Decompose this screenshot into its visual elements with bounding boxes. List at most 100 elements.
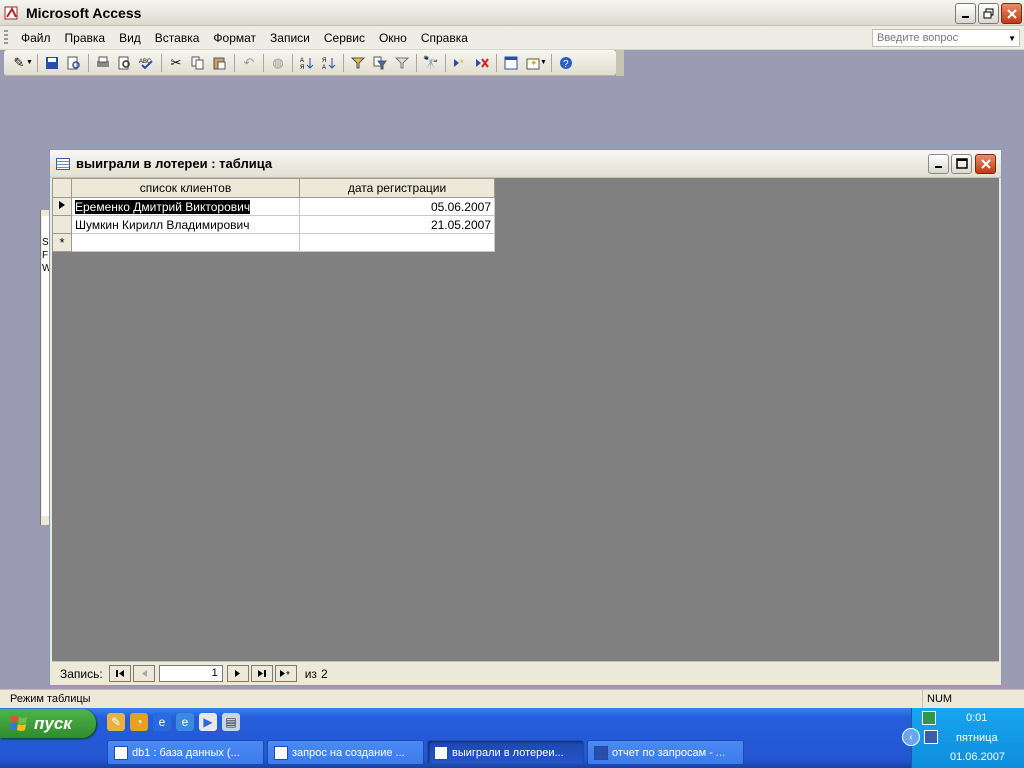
minimize-button[interactable] bbox=[955, 3, 976, 24]
svg-text:*: * bbox=[460, 58, 464, 68]
task-query[interactable]: запрос на создание ... bbox=[267, 740, 424, 765]
ask-question-input[interactable]: Введите вопрос ▼ bbox=[872, 29, 1020, 47]
cell-value: Еременко Дмитрий Викторович bbox=[75, 199, 251, 214]
windows-logo-icon bbox=[10, 716, 27, 731]
menu-format[interactable]: Формат bbox=[206, 31, 263, 45]
svg-text:Я: Я bbox=[300, 65, 304, 70]
app-titlebar: Microsoft Access bbox=[0, 0, 1024, 26]
table-cell[interactable] bbox=[71, 233, 300, 252]
table-cell[interactable]: Еременко Дмитрий Викторович bbox=[71, 197, 300, 216]
cut-icon[interactable]: ✂ bbox=[165, 53, 187, 73]
close-button[interactable] bbox=[1001, 3, 1022, 24]
show-hidden-icons-icon[interactable]: ‹ bbox=[902, 728, 920, 746]
close-button[interactable] bbox=[975, 154, 996, 174]
taskbar: пуск ✎ ◔ e e ▶ ▤ db1 : база данных (... … bbox=[0, 708, 1024, 768]
first-record-button[interactable] bbox=[108, 665, 131, 682]
database-window-icon[interactable] bbox=[500, 53, 522, 73]
quicklaunch-ie-icon[interactable]: e bbox=[153, 713, 171, 731]
column-header[interactable]: дата регистрации bbox=[299, 178, 495, 198]
task-word-document[interactable]: отчет по запросам - ... bbox=[587, 740, 744, 765]
menu-tools[interactable]: Сервис bbox=[317, 31, 372, 45]
table-window-titlebar[interactable]: выиграли в лотереи : таблица bbox=[50, 150, 1001, 178]
print-icon[interactable] bbox=[92, 53, 114, 73]
table-cell[interactable]: Шумкин Кирилл Владимирович bbox=[71, 215, 300, 234]
menu-edit[interactable]: Правка bbox=[58, 31, 113, 45]
maximize-icon bbox=[955, 158, 968, 169]
first-record-icon bbox=[115, 670, 124, 677]
header-row: список клиентов дата регистрации bbox=[52, 178, 495, 198]
maximize-button[interactable] bbox=[951, 154, 972, 174]
menu-records[interactable]: Записи bbox=[263, 31, 317, 45]
record-label: Запись: bbox=[60, 666, 103, 681]
save-icon[interactable] bbox=[41, 53, 63, 73]
filter-by-selection-icon[interactable] bbox=[347, 53, 369, 73]
menu-insert[interactable]: Вставка bbox=[148, 31, 207, 45]
svg-text:✦: ✦ bbox=[530, 58, 538, 68]
quicklaunch-media-player-icon[interactable]: ▶ bbox=[199, 713, 217, 731]
menu-grip[interactable] bbox=[4, 29, 8, 46]
quicklaunch-show-desktop-icon[interactable]: ▤ bbox=[222, 713, 240, 731]
next-record-button[interactable] bbox=[226, 665, 249, 682]
new-record-selector[interactable]: * bbox=[52, 233, 72, 252]
close-icon bbox=[980, 159, 991, 169]
copy-icon[interactable] bbox=[187, 53, 209, 73]
sort-descending-icon[interactable]: ЯA bbox=[318, 53, 340, 73]
start-label: пуск bbox=[34, 713, 72, 733]
previous-record-button[interactable] bbox=[132, 665, 155, 682]
clock-time[interactable]: 0:01 bbox=[966, 712, 987, 724]
network-icon[interactable] bbox=[924, 730, 938, 744]
table-cell[interactable]: 21.05.2007 bbox=[299, 215, 495, 234]
quicklaunch-clock-icon[interactable]: ◔ bbox=[130, 713, 148, 731]
print-preview-icon[interactable] bbox=[114, 53, 136, 73]
system-tray: ‹ 0:01 пятница 01.06.2007 bbox=[902, 708, 1024, 768]
task-label: выиграли в лотереи... bbox=[452, 746, 564, 759]
minimize-button[interactable] bbox=[928, 154, 949, 174]
current-record-icon bbox=[59, 201, 65, 209]
last-record-button[interactable] bbox=[250, 665, 273, 682]
chevron-down-icon[interactable]: ▼ bbox=[540, 59, 548, 66]
search-icon[interactable] bbox=[63, 53, 85, 73]
quicklaunch-pencil-icon[interactable]: ✎ bbox=[107, 713, 125, 731]
quicklaunch-outlook-icon[interactable]: e bbox=[176, 713, 194, 731]
sort-ascending-icon[interactable]: AЯ bbox=[296, 53, 318, 73]
undo-icon[interactable]: ↶ bbox=[238, 53, 260, 73]
table-cell[interactable] bbox=[299, 233, 495, 252]
new-record-button[interactable]: * bbox=[274, 665, 297, 682]
column-header[interactable]: список клиентов bbox=[71, 178, 300, 198]
select-all-corner[interactable] bbox=[52, 178, 72, 198]
restore-button[interactable] bbox=[978, 3, 999, 24]
paste-icon[interactable] bbox=[209, 53, 231, 73]
menu-file[interactable]: Файл bbox=[14, 31, 58, 45]
find-icon[interactable]: 🔭 bbox=[420, 53, 442, 73]
chevron-down-icon[interactable]: ▼ bbox=[26, 59, 34, 66]
new-record-icon[interactable]: * bbox=[449, 53, 471, 73]
task-table[interactable]: выиграли в лотереи... bbox=[427, 740, 584, 765]
help-icon[interactable]: ? bbox=[555, 53, 577, 73]
table-cell[interactable]: 05.06.2007 bbox=[299, 197, 495, 216]
current-record-input[interactable]: 1 bbox=[158, 665, 223, 682]
task-database[interactable]: db1 : база данных (... bbox=[107, 740, 264, 765]
menu-help[interactable]: Справка bbox=[414, 31, 475, 45]
delete-record-icon[interactable] bbox=[471, 53, 493, 73]
tray-app-icon[interactable] bbox=[922, 711, 936, 725]
previous-record-icon bbox=[141, 670, 147, 677]
record-selector[interactable] bbox=[52, 215, 72, 234]
svg-text:Я: Я bbox=[322, 58, 326, 64]
menu-view[interactable]: Вид bbox=[112, 31, 148, 45]
filter-by-form-icon[interactable] bbox=[369, 53, 391, 73]
start-button[interactable]: пуск bbox=[0, 709, 96, 738]
access-key-icon bbox=[4, 6, 18, 19]
apply-filter-icon[interactable] bbox=[391, 53, 413, 73]
table-icon bbox=[56, 157, 70, 170]
task-label: db1 : база данных (... bbox=[132, 746, 240, 759]
record-selector[interactable] bbox=[52, 197, 72, 216]
toolbar-options[interactable] bbox=[616, 50, 624, 76]
menu-window[interactable]: Окно bbox=[372, 31, 414, 45]
insert-hyperlink-icon[interactable]: ◍ bbox=[267, 53, 289, 73]
toolbar: ✎ ▼ ABC ✂ ↶ ◍ AЯ ЯA 🔭 * ✦ ▼ ? bbox=[4, 50, 624, 76]
word-icon bbox=[594, 746, 608, 760]
spelling-icon[interactable]: ABC bbox=[136, 53, 158, 73]
num-lock-indicator: NUM bbox=[922, 690, 1022, 709]
table-row: Еременко Дмитрий Викторович 05.06.2007 bbox=[52, 197, 495, 216]
chevron-down-icon[interactable]: ▼ bbox=[1008, 34, 1016, 43]
